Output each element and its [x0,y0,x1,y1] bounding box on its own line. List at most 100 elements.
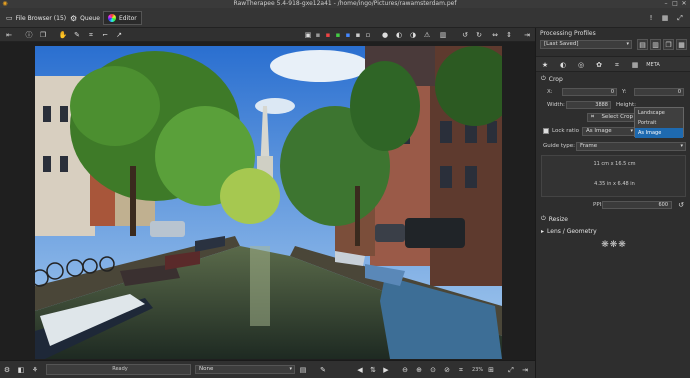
straighten-icon[interactable]: ⌐ [100,30,110,40]
preview-icon[interactable]: ▣ [303,30,313,40]
zoom-fit-crop-icon[interactable]: ⌗ [456,365,466,375]
favorites-icon[interactable]: ★ [540,60,550,70]
load-profile-icon[interactable]: ▤ [637,39,648,50]
power-icon[interactable]: ⏻ [541,75,546,83]
lock-ratio-checkbox[interactable] [543,128,549,134]
sun-icon[interactable]: ◐ [394,30,404,40]
before-after-icon[interactable]: ◧ [16,365,26,375]
gamut-icon[interactable]: ▤ [298,365,308,375]
flip-vertical-icon[interactable]: ⇕ [504,30,514,40]
tab-editor[interactable]: Editor [103,11,142,25]
edit-icon[interactable]: ✎ [318,365,328,375]
lock-ratio-select[interactable]: As Image ▾ [582,127,636,136]
expand-right-icon[interactable]: ⇥ [522,30,532,40]
warning-icon[interactable]: ⚠ [422,30,432,40]
resize-section-label: Resize [548,215,568,223]
ppi-slider[interactable]: 600 [602,201,672,209]
orientation-dropdown[interactable]: Landscape Portrait As Image [634,107,684,138]
expand-bottom-icon[interactable]: ⇥ [520,365,530,375]
reset-icon[interactable]: ↺ [676,200,686,210]
grid-icon[interactable]: ▦ [660,13,670,23]
meta-icon[interactable]: META [646,60,660,70]
tab-queue[interactable]: ⚙ Queue [66,11,104,25]
lock-ratio-value: As Image [586,128,612,134]
zoom-fit-icon[interactable]: ⊙ [428,365,438,375]
ppi-value: 600 [658,202,668,208]
crop-x-input[interactable]: 0 [562,88,617,96]
zoom-in-icon[interactable]: ⊕ [414,365,424,375]
crop-y-label: Y: [622,89,627,95]
exposure-icon[interactable]: ◐ [558,60,568,70]
color-icon[interactable]: ✿ [594,60,604,70]
chevron-down-icon: ▾ [630,128,633,134]
maximize-icon[interactable]: □ [671,1,679,7]
orientation-option-landscape[interactable]: Landscape [635,108,683,118]
profile-select[interactable]: [Last Saved] ▾ [540,40,632,49]
tab-label: Editor [119,14,137,22]
hand-icon[interactable]: ✋ [58,30,68,40]
lens-geometry-section-header[interactable]: ▸ Lens / Geometry [536,226,690,236]
zoom-out-icon[interactable]: ⊖ [400,365,410,375]
channel-green-icon[interactable]: ▪ [333,30,343,40]
flip-horizontal-icon[interactable]: ⇔ [490,30,500,40]
crop-width-input[interactable]: 3888 [566,101,611,109]
sync-icon[interactable]: ⇅ [368,365,378,375]
channel-luminance-icon[interactable]: ▪ [353,30,363,40]
resize-section-header[interactable]: ⏻ Resize [536,214,690,224]
guide-type-label: Guide type: [543,143,576,149]
settings-icon[interactable]: ⚙ [2,365,12,375]
rotate-left-icon[interactable]: ↺ [460,30,470,40]
copy-profile-icon[interactable]: ❐ [663,39,674,50]
chevron-down-icon: ▾ [680,143,683,149]
focus-mask-icon[interactable]: ▫ [363,30,373,40]
crop-icon[interactable]: ⌗ [86,30,96,40]
rotate-right-icon[interactable]: ↻ [474,30,484,40]
zoom-100-icon[interactable]: ⊘ [442,365,452,375]
title-bar: ◉ RawTherapee 5.4-918-gxe12a41 - /home/i… [0,0,690,8]
picker-icon[interactable]: ✎ [72,30,82,40]
tools-panel: Processing Profiles [Last Saved] ▾ ▤ ▥ ❐… [535,28,690,378]
tab-file-browser[interactable]: ▭ File Browser (15) [2,11,70,25]
transform-icon[interactable]: ⌗ [612,60,622,70]
detail-icon[interactable]: ◎ [576,60,586,70]
lock-ratio-label: Lock ratio [552,128,579,134]
fullscreen-icon[interactable]: ⤢ [675,13,685,23]
crop-y-input[interactable]: 0 [634,88,684,96]
minimize-icon[interactable]: – [662,1,670,7]
output-profile-select[interactable]: None ▾ [195,365,295,374]
histogram-icon[interactable]: ▥ [438,30,448,40]
fit-screen-icon[interactable]: ⤢ [506,365,516,375]
orientation-option-portrait[interactable]: Portrait [635,118,683,128]
paste-profile-icon[interactable]: ▦ [676,39,687,50]
orientation-option-as-image[interactable]: As Image [635,128,683,138]
exclamation-icon[interactable]: ! [646,13,656,23]
channel-blue-icon[interactable]: ▪ [343,30,353,40]
channel-black-icon[interactable]: ▪ [313,30,323,40]
circle-icon[interactable]: ● [380,30,390,40]
power-icon[interactable]: ⏻ [541,215,546,223]
crop-icon: ⌗ [591,114,595,120]
status-bar: ⚙ ◧ ⚘ Ready None ▾ ▤ ✎ ◀ ⇅ ▶ ⊖ ⊕ ⊙ ⊘ ⌗ 2… [0,360,535,378]
new-window-icon[interactable]: ⊞ [486,365,496,375]
guide-type-select[interactable]: Frame ▾ [576,142,686,151]
previous-icon[interactable]: ◀ [355,365,365,375]
tab-bar: ▭ File Browser (15) ⚙ Queue Editor ! ▦ ⤢ [0,8,690,28]
info-icon[interactable]: ⓘ [24,30,34,40]
select-crop-button[interactable]: ⌗ Select Crop [587,113,637,122]
copy-icon[interactable]: ❐ [38,30,48,40]
shadow-icon[interactable]: ◑ [408,30,418,40]
chevron-down-icon: ▾ [626,41,629,47]
channel-red-icon[interactable]: ▪ [323,30,333,40]
save-profile-icon[interactable]: ▥ [650,39,661,50]
guide-icon[interactable]: ↗ [114,30,124,40]
image-canvas[interactable] [0,42,535,360]
crop-section-header[interactable]: ⏻ Crop [536,74,690,84]
next-icon[interactable]: ▶ [381,365,391,375]
expand-left-icon[interactable]: ⇤ [4,30,14,40]
color-wheel-icon [108,14,116,22]
snapshot-icon[interactable]: ⚘ [30,365,40,375]
close-icon[interactable]: ✕ [680,1,688,7]
output-profile-value: None [199,366,214,372]
raw-icon[interactable]: ▦ [630,60,640,70]
photo-preview[interactable] [35,46,502,359]
